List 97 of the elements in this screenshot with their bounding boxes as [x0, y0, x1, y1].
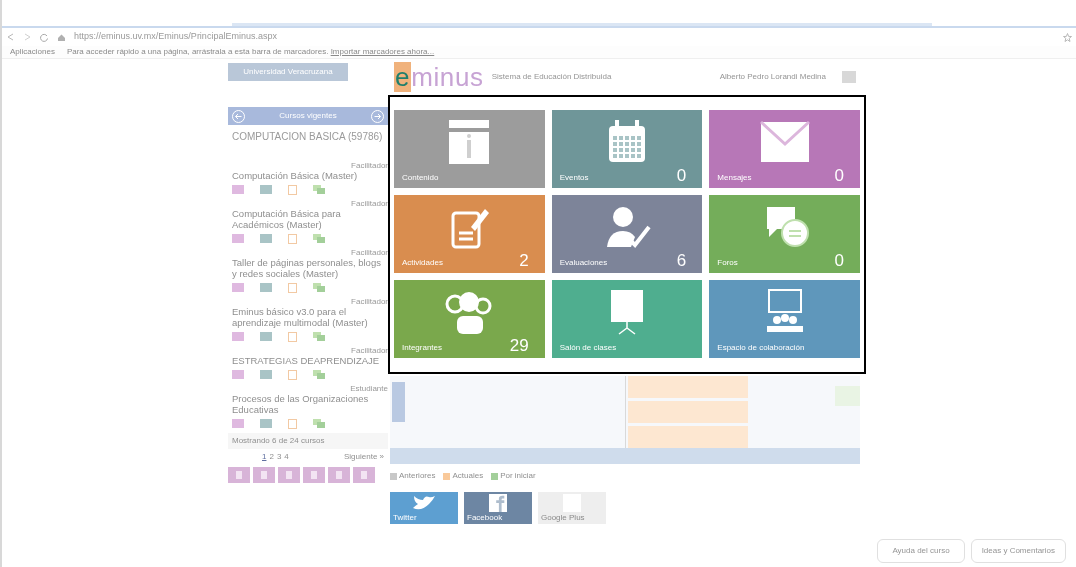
calendar-icon[interactable] — [260, 419, 272, 428]
calendar-icon[interactable] — [260, 283, 272, 292]
bird-icon — [411, 494, 437, 512]
timeline-controls[interactable] — [392, 382, 405, 422]
course-title[interactable]: Computación Básica para Académicos (Master) — [228, 208, 388, 230]
url-field[interactable]: https://eminus.uv.mx/Eminus/PrincipalEminus.aspx — [74, 30, 1055, 44]
university-banner[interactable]: Universidad Veracruzana — [228, 63, 348, 81]
bookmarks-hint: Para acceder rápido a una página, arrástrala a esta barra de marcadores. Importar marcadores ahora... — [66, 46, 435, 58]
tile-count: 0 — [676, 167, 688, 184]
chat-icon[interactable] — [313, 419, 325, 428]
page-link[interactable]: 3 — [276, 451, 282, 463]
course-role: Facilitador — [351, 297, 388, 306]
chat-icon[interactable] — [313, 185, 325, 194]
course-title[interactable]: ESTRATEGIAS DEAPRENDIZAJE — [228, 355, 388, 366]
import-bookmarks-link[interactable]: Importar marcadores ahora... — [330, 47, 435, 56]
module-tile[interactable]: Salón de clases — [551, 280, 703, 358]
calendar-icon[interactable] — [260, 370, 272, 379]
page-link[interactable]: 1 — [262, 451, 267, 463]
tile-count: 6 — [676, 252, 688, 269]
course-role: Facilitador — [351, 199, 388, 208]
tile-label: Integrantes — [402, 342, 443, 354]
clipboard-icon[interactable] — [288, 419, 297, 429]
envelope-icon[interactable] — [232, 234, 244, 243]
envelope-icon[interactable] — [232, 370, 244, 379]
calendar-icon[interactable] — [260, 234, 272, 243]
module-tile[interactable]: Evaluaciones 6 — [551, 195, 703, 273]
facebook-icon — [488, 494, 508, 512]
timeline-event[interactable] — [628, 376, 748, 398]
tile-count: 29 — [509, 337, 530, 354]
chat-icon[interactable] — [313, 234, 325, 243]
module-tile[interactable]: Eventos 0 — [551, 110, 703, 188]
social-tile[interactable]: Facebook — [464, 492, 532, 524]
social-label: Facebook — [466, 512, 503, 524]
course-role: Estudiante — [350, 384, 388, 393]
page-link[interactable]: 2 — [269, 451, 274, 463]
module-tile[interactable]: Foros 0 — [709, 195, 860, 273]
tile-count: 0 — [834, 167, 845, 184]
chat-icon[interactable] — [313, 332, 325, 341]
chat-icon[interactable] — [313, 370, 325, 379]
envelope-icon[interactable] — [232, 185, 244, 194]
star-icon[interactable] — [1063, 32, 1072, 42]
clipboard-icon[interactable] — [288, 234, 297, 244]
timeline-event[interactable] — [628, 401, 748, 423]
clipboard-icon[interactable] — [288, 185, 297, 195]
social-label: Twitter — [392, 512, 417, 524]
eminus-logo: eminus — [393, 64, 484, 90]
social-label: Google Plus — [540, 512, 585, 524]
legend-label: Por iniciar — [500, 470, 536, 482]
page-link[interactable]: 4 — [284, 451, 289, 463]
courses-count: Mostrando 6 de 24 cursos — [228, 433, 388, 449]
course-title[interactable]: Computación Básica (Master) — [228, 170, 388, 181]
calendar-icon[interactable] — [260, 332, 272, 341]
envelope-icon[interactable] — [232, 283, 244, 292]
course-title[interactable]: Taller de páginas personales, blogs y redes sociales (Master) — [228, 257, 388, 279]
tile-count: 0 — [834, 252, 845, 269]
module-tile[interactable]: Espacio de colaboración — [709, 280, 860, 358]
tile-label: Actividades — [402, 257, 443, 269]
course-title[interactable]: Procesos de las Organizaciones Educativas — [228, 393, 388, 415]
clipboard-icon[interactable] — [288, 370, 297, 380]
module-tile[interactable]: Actividades 2 — [394, 195, 545, 273]
tile-label: Salón de clases — [559, 342, 617, 354]
envelope-icon[interactable] — [232, 332, 244, 341]
tile-label: Contenido — [402, 172, 439, 184]
system-subtitle: Sistema de Educación Distribuida — [491, 71, 612, 83]
reload-icon[interactable] — [40, 32, 49, 42]
user-name[interactable]: Alberto Pedro Lorandi Medina — [719, 71, 826, 83]
tile-count: 2 — [519, 252, 530, 269]
current-course-title[interactable]: COMPUTACION BASICA (59786) — [228, 129, 388, 161]
tile-label: Espacio de colaboración — [717, 342, 805, 354]
module-tile[interactable]: Contenido — [394, 110, 545, 188]
social-tile[interactable]: Google Plus — [538, 492, 606, 524]
avatar-placeholder[interactable] — [842, 71, 856, 83]
envelope-icon[interactable] — [232, 419, 244, 428]
legend-label: Anteriores — [399, 470, 436, 482]
clipboard-icon[interactable] — [288, 332, 297, 342]
course-role: Facilitador — [351, 346, 388, 355]
ideas-comments-button[interactable]: Ideas y Comentarios — [970, 539, 1066, 563]
clipboard-icon[interactable] — [288, 283, 297, 293]
tile-label: Foros — [717, 257, 738, 269]
chat-icon[interactable] — [313, 283, 325, 292]
tile-label: Mensajes — [717, 172, 752, 184]
calendar-icon[interactable] — [260, 185, 272, 194]
tile-label: Evaluaciones — [559, 257, 608, 269]
module-tile[interactable]: Integrantes 29 — [394, 280, 545, 358]
timeline-event[interactable] — [628, 426, 748, 448]
social-tile[interactable]: Twitter — [390, 492, 458, 524]
tile-label: Eventos — [559, 172, 589, 184]
course-help-button[interactable]: Ayuda del curso — [877, 539, 965, 563]
timeline-event[interactable] — [835, 386, 860, 406]
courses-title: Cursos vigentes — [279, 110, 337, 122]
apps-bookmark[interactable]: Aplicaciones — [10, 46, 55, 58]
legend-label: Actuales — [452, 470, 484, 482]
course-title[interactable]: Eminus básico v3.0 para el aprendizaje multimodal (Master) — [228, 306, 388, 328]
course-role: Facilitador — [351, 248, 388, 257]
next-page-link[interactable]: Siguiente » — [343, 451, 384, 463]
module-tile[interactable]: Mensajes 0 — [709, 110, 860, 188]
course-role: Facilitador — [351, 161, 388, 170]
